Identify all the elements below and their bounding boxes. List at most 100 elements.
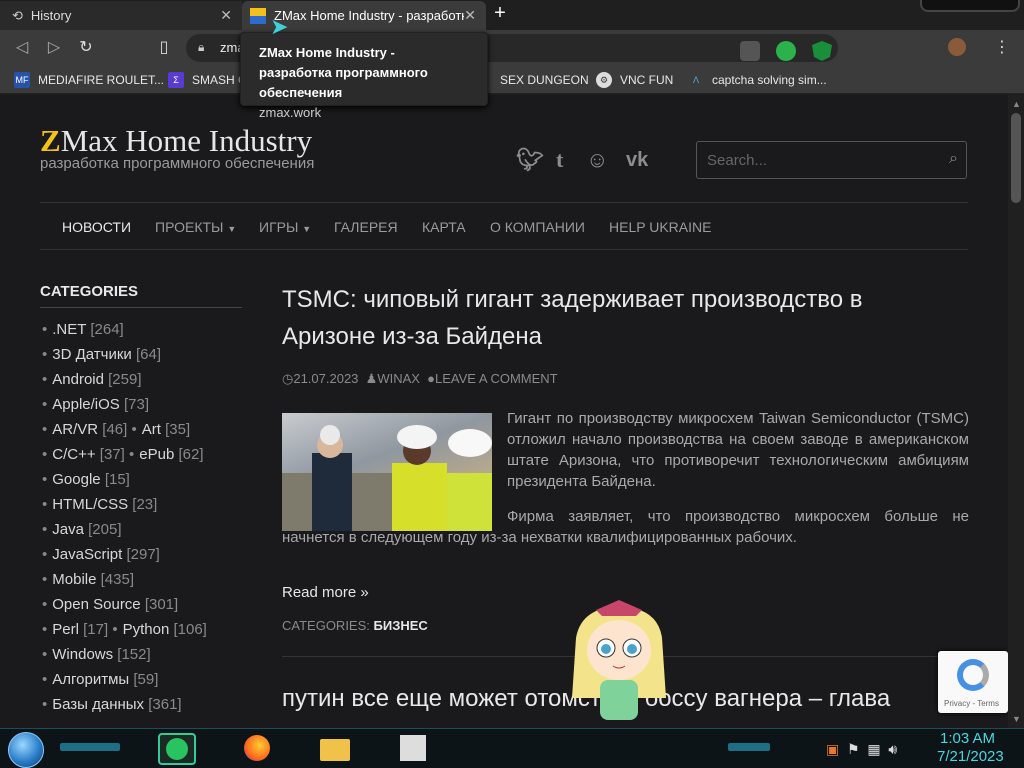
- cartoon-mascot: [572, 600, 666, 720]
- category-item[interactable]: • Android [259]: [42, 371, 142, 388]
- category-item[interactable]: • .NET [264]: [42, 321, 124, 338]
- nav-map[interactable]: КАРТА: [422, 219, 466, 235]
- window-controls[interactable]: [920, 0, 1020, 12]
- bookmarks-bar: MF MEDIAFIRE ROULET... Σ SMASH G SEX DUN…: [0, 66, 1024, 94]
- post-category-link[interactable]: БИЗНЕС: [374, 618, 428, 633]
- post-title[interactable]: TSMC: чиповый гигант задерживает произво…: [282, 281, 962, 355]
- close-tab-icon[interactable]: ✕: [464, 7, 476, 24]
- post-excerpt-1: Гигант по производству микросхем Taiwan …: [507, 410, 969, 490]
- logo-z: Z: [40, 123, 61, 158]
- read-more-link[interactable]: Read more »: [282, 584, 369, 601]
- category-item[interactable]: • Perl [17] • Python [106]: [42, 621, 207, 638]
- category-item[interactable]: • Базы данных [361]: [42, 696, 182, 713]
- category-item[interactable]: • Mobile [435]: [42, 571, 134, 588]
- speaker-icon[interactable]: 🔊︎: [888, 741, 897, 757]
- bookmark-icon[interactable]: ▯: [154, 38, 174, 58]
- nav-gallery[interactable]: ГАЛЕРЕЯ: [334, 219, 398, 235]
- app-icon: [400, 735, 426, 761]
- bookmark-sex-dungeon[interactable]: SEX DUNGEON: [500, 71, 589, 89]
- zmax-favicon-icon: [250, 7, 266, 24]
- nav-help-ukraine[interactable]: HELP UKRAINE: [609, 219, 711, 235]
- post-excerpt-2: Фирма заявляет, что производство микросх…: [282, 508, 969, 546]
- tray-app-icon[interactable]: ▣: [826, 741, 839, 757]
- nav-news[interactable]: НОВОСТИ: [62, 219, 131, 235]
- search-placeholder: Search...: [707, 152, 768, 169]
- nav-projects[interactable]: ПРОЕКТЫ ▼: [155, 219, 236, 235]
- category-item[interactable]: • Open Source [301]: [42, 596, 178, 613]
- app-taskbar-icon[interactable]: [394, 733, 432, 765]
- start-button[interactable]: [8, 732, 44, 768]
- forward-arrow-icon[interactable]: ▷: [44, 38, 64, 58]
- mediafire-icon: MF: [14, 72, 30, 88]
- firefox-taskbar-icon[interactable]: [238, 733, 276, 765]
- translate-icon[interactable]: [740, 41, 760, 61]
- back-arrow-icon[interactable]: ◁: [12, 38, 32, 58]
- category-item[interactable]: • C/C++ [37] • ePub [62]: [42, 446, 204, 463]
- flag-icon[interactable]: ⚑: [847, 741, 860, 757]
- nav-label: ИГРЫ: [259, 219, 299, 235]
- twitter-icon[interactable]: 🐦︎: [516, 147, 544, 173]
- tumblr-icon[interactable]: t: [556, 147, 563, 173]
- extension-green-icon[interactable]: [776, 41, 796, 61]
- recaptcha-badge[interactable]: Privacy - Terms: [938, 651, 1008, 713]
- post-comment-link[interactable]: LEAVE A COMMENT: [435, 371, 558, 386]
- category-item[interactable]: • Google [15]: [42, 471, 130, 488]
- explorer-taskbar-icon[interactable]: [316, 733, 354, 765]
- bookmark-label: SEX DUNGEON: [500, 73, 589, 87]
- tab-history[interactable]: ⟲ History ✕: [0, 1, 242, 30]
- site-logo[interactable]: ZMax Home Industry: [40, 123, 312, 159]
- bookmark-label: VNC FUN: [620, 73, 674, 87]
- page-scrollbar[interactable]: ▲ ▼: [1008, 95, 1024, 728]
- nav-about[interactable]: О КОМПАНИИ: [490, 219, 585, 235]
- spotify-taskbar-icon[interactable]: [158, 733, 196, 765]
- profile-avatar[interactable]: [948, 38, 966, 56]
- network-icon[interactable]: ▦: [867, 741, 880, 757]
- vnc-icon: ⚙: [596, 72, 612, 88]
- category-item[interactable]: • HTML/CSS [23]: [42, 496, 157, 513]
- system-tray: ▣ ⚑ ▦ 🔊︎: [826, 741, 897, 758]
- tab-label: History: [30, 8, 72, 23]
- bookmark-captcha[interactable]: Λ captcha solving sim...: [688, 71, 827, 89]
- recaptcha-icon: [957, 659, 989, 691]
- clock-time[interactable]: 1:03 AM: [940, 730, 995, 747]
- post-meta: ◷21.07.2023 ♟WINAX ●LEAVE A COMMENT: [282, 371, 558, 387]
- category-item[interactable]: • Apple/iOS [73]: [42, 396, 149, 413]
- reddit-icon[interactable]: ☺: [586, 147, 608, 173]
- recaptcha-links[interactable]: Privacy - Terms: [944, 699, 999, 708]
- new-tab-button[interactable]: +: [490, 3, 510, 24]
- reload-icon[interactable]: ↻: [76, 38, 96, 58]
- vk-icon[interactable]: vk: [626, 149, 648, 172]
- scroll-down-icon[interactable]: ▼: [1012, 714, 1021, 724]
- main-nav: НОВОСТИ ПРОЕКТЫ ▼ ИГРЫ ▼ ГАЛЕРЕЯ КАРТА О…: [40, 202, 968, 250]
- category-item[interactable]: • Windows [152]: [42, 646, 151, 663]
- bookmark-label: MEDIAFIRE ROULET...: [38, 73, 165, 87]
- categories-divider: [40, 307, 242, 308]
- bookmark-mediafire[interactable]: MF MEDIAFIRE ROULET...: [14, 71, 164, 89]
- scroll-up-icon[interactable]: ▲: [1012, 99, 1021, 109]
- category-item[interactable]: • JavaScript [297]: [42, 546, 160, 563]
- web-page: ZMax Home Industry разработка программно…: [0, 95, 1008, 728]
- tab-tooltip: ZMax Home Industry - разработка программ…: [240, 32, 488, 120]
- search-icon[interactable]: ⌕: [949, 150, 958, 168]
- category-item[interactable]: • AR/VR [46] • Art [35]: [42, 421, 190, 438]
- bookmark-vnc-fun[interactable]: ⚙ VNC FUN: [596, 71, 673, 89]
- nav-games[interactable]: ИГРЫ ▼: [259, 219, 311, 235]
- lock-icon: 🔒︎: [198, 40, 205, 54]
- clock-date[interactable]: 7/21/2023: [937, 748, 1004, 765]
- nav-label: ПРОЕКТЫ: [155, 219, 224, 235]
- menu-icon[interactable]: ⋮: [992, 38, 1012, 58]
- bookmark-smash[interactable]: Σ SMASH G: [168, 71, 247, 89]
- shield-extension-icon[interactable]: [812, 41, 832, 61]
- caret-down-icon: ▼: [227, 224, 237, 234]
- browser-toolbar: ◁ ▷ ↻ ▯ 🔒︎ zmax.work ⋮: [0, 30, 1024, 66]
- post-date[interactable]: 21.07.2023: [293, 371, 358, 386]
- category-item[interactable]: • 3D Датчики [64]: [42, 346, 161, 363]
- category-item[interactable]: • Алгоритмы [59]: [42, 671, 158, 688]
- user-icon: ♟: [365, 371, 378, 386]
- category-item[interactable]: • Java [205]: [42, 521, 122, 538]
- scroll-thumb[interactable]: [1011, 113, 1021, 203]
- post-author[interactable]: WINAX: [377, 371, 420, 386]
- caret-down-icon: ▼: [302, 224, 312, 234]
- search-input[interactable]: Search... ⌕: [696, 141, 967, 179]
- close-tab-icon[interactable]: ✕: [220, 7, 232, 24]
